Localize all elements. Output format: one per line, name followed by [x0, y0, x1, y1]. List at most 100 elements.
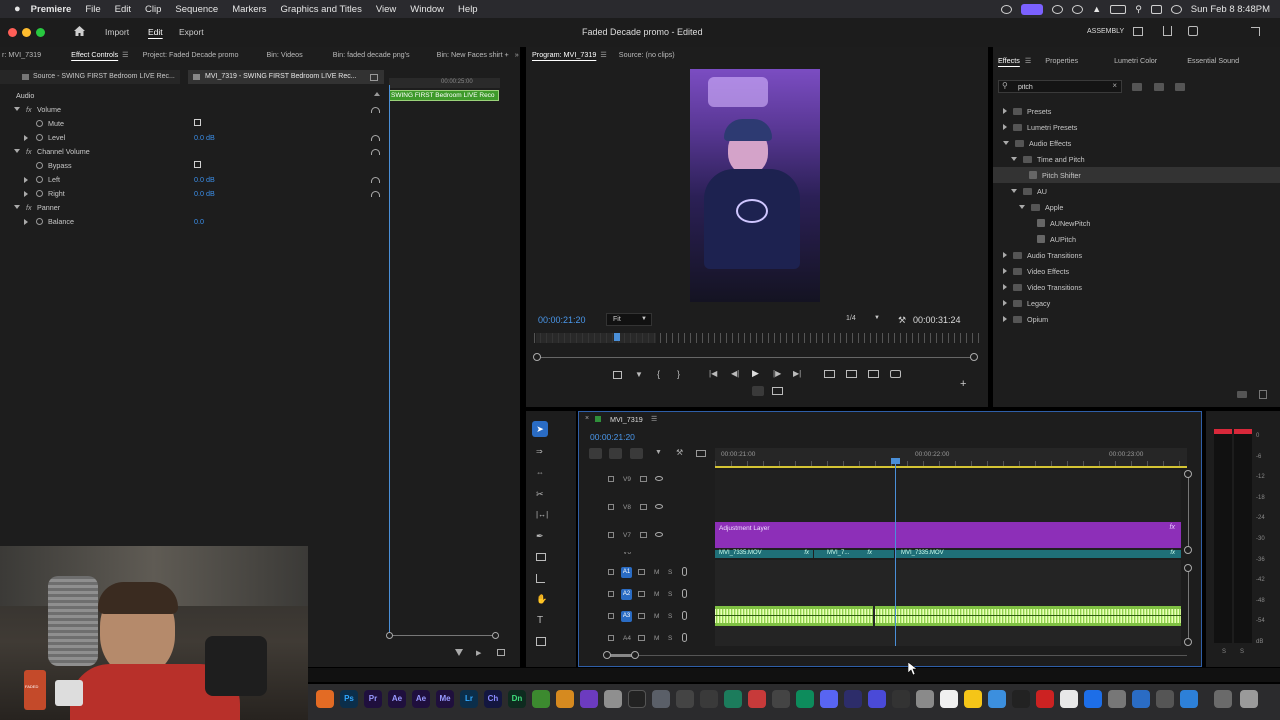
solo-track-toggle[interactable]: S: [668, 635, 672, 642]
status-icon[interactable]: [1001, 4, 1013, 14]
lock-icon[interactable]: [608, 569, 614, 575]
dock-app-6[interactable]: [652, 690, 670, 708]
right-value[interactable]: 0.0 dB: [194, 189, 215, 198]
dock-app-26[interactable]: [1132, 690, 1150, 708]
eye-icon[interactable]: [655, 476, 663, 481]
resolution-dropdown[interactable]: 1/4 ▼: [842, 313, 884, 326]
program-scrubber[interactable]: [538, 357, 974, 358]
dock-app-8[interactable]: [700, 690, 718, 708]
tree-item-legacy[interactable]: Legacy: [993, 295, 1280, 311]
menu-view[interactable]: View: [376, 4, 396, 15]
dock-app-3[interactable]: [580, 690, 598, 708]
fx-icon[interactable]: fx: [26, 105, 32, 114]
tree-item-pitch-shifter[interactable]: Pitch Shifter: [993, 167, 1280, 183]
bypass-checkbox[interactable]: [194, 161, 201, 168]
dock-app-1[interactable]: [532, 690, 550, 708]
timeline-timecode[interactable]: 00:00:21:20: [590, 432, 635, 442]
track-header-a1[interactable]: A1 M S: [605, 566, 739, 580]
close-window-button[interactable]: [8, 28, 17, 37]
dock-app-12[interactable]: [796, 690, 814, 708]
ec-clip-bar[interactable]: SWING FIRST Bedroom LIVE Reco: [389, 90, 499, 101]
hand-tool-icon[interactable]: ✋: [536, 594, 547, 605]
nav-export[interactable]: Export: [179, 27, 204, 37]
reset-level-icon[interactable]: [371, 135, 380, 141]
chevron-right-icon[interactable]: [1003, 300, 1007, 306]
sync-lock-icon[interactable]: [640, 504, 647, 510]
effects-search-box[interactable]: ⚲ ×: [998, 80, 1122, 93]
chevron-right-icon[interactable]: [1003, 108, 1007, 114]
chevron-down-icon[interactable]: [1011, 189, 1017, 193]
dock-app-11[interactable]: [772, 690, 790, 708]
sync-lock-icon[interactable]: [638, 591, 645, 597]
tree-item-audio-transitions[interactable]: Audio Transitions: [993, 247, 1280, 263]
dock-app-pr[interactable]: Pr: [364, 690, 382, 708]
insert-nested-icon[interactable]: [589, 448, 602, 459]
snap-icon[interactable]: [609, 448, 622, 459]
dock-app-25[interactable]: [1108, 690, 1126, 708]
effects-tab-menu-icon[interactable]: ☰: [1025, 56, 1031, 65]
work-area-bar[interactable]: [715, 466, 1187, 468]
track-target-a1[interactable]: A1: [621, 567, 632, 578]
nav-import[interactable]: Import: [105, 27, 129, 37]
sequence-tab[interactable]: MVI_7319: [610, 415, 643, 424]
tree-item-lumetri-presets[interactable]: Lumetri Presets: [993, 119, 1280, 135]
dock-app-2[interactable]: [556, 690, 574, 708]
dock-app-10[interactable]: [748, 690, 766, 708]
vscroll-handle[interactable]: [1184, 470, 1192, 478]
mark-in-icon[interactable]: {: [657, 369, 660, 379]
ec-row-mute[interactable]: Mute: [0, 117, 388, 131]
audio-clip-a3-left[interactable]: [715, 606, 873, 626]
ec-zoom-handle-left[interactable]: [386, 632, 393, 639]
dock-app-27[interactable]: [1156, 690, 1174, 708]
video-vertical-scroll[interactable]: [1188, 474, 1189, 550]
effects-search-input[interactable]: [1018, 82, 1108, 92]
app-menu[interactable]: Premiere: [31, 4, 72, 15]
dock-app-17[interactable]: [916, 690, 934, 708]
dock-app-24[interactable]: [1084, 690, 1102, 708]
balance-value[interactable]: 0.0: [194, 217, 204, 226]
dock-app-ps[interactable]: Ps: [340, 690, 358, 708]
audio-vertical-scroll[interactable]: [1188, 568, 1189, 642]
dock-downloads-icon[interactable]: [1214, 690, 1232, 708]
tab-menu-icon[interactable]: ☰: [122, 50, 128, 59]
export-icon[interactable]: [497, 649, 505, 656]
wrench-icon[interactable]: ⚒: [898, 315, 906, 326]
vscroll-handle[interactable]: [1184, 638, 1192, 646]
track-target-a3[interactable]: A3: [621, 611, 632, 622]
dock-app-finder[interactable]: [316, 690, 334, 708]
lock-icon[interactable]: [608, 591, 614, 597]
go-to-in-icon[interactable]: |◀: [709, 369, 717, 378]
nav-edit[interactable]: Edit: [148, 27, 163, 37]
dock-app-lr[interactable]: Lr: [460, 690, 478, 708]
tree-item-au[interactable]: AU: [993, 183, 1280, 199]
dock-app-ch[interactable]: Ch: [484, 690, 502, 708]
sync-lock-icon[interactable]: [638, 613, 645, 619]
tab-program[interactable]: Program: MVI_7319: [532, 50, 596, 59]
expand-level-icon[interactable]: [24, 135, 28, 141]
menu-markers[interactable]: Markers: [232, 4, 266, 15]
menu-clip[interactable]: Clip: [145, 4, 161, 15]
adjustment-layer-clip[interactable]: Adjustment Layer fx: [715, 522, 1181, 548]
type-tool-icon[interactable]: T: [537, 615, 543, 626]
ec-zoom-handle-right[interactable]: [492, 632, 499, 639]
compare-icon[interactable]: [868, 370, 879, 378]
dock-app-23[interactable]: [1060, 690, 1078, 708]
fx-badge-icon[interactable]: fx: [1170, 524, 1175, 531]
stopwatch-icon[interactable]: [36, 162, 43, 169]
control-center-icon[interactable]: [1150, 4, 1162, 14]
left-value[interactable]: 0.0 dB: [194, 175, 215, 184]
lock-icon[interactable]: [608, 635, 614, 641]
sequence-tab-menu-icon[interactable]: ☰: [651, 415, 657, 423]
menu-help[interactable]: Help: [458, 4, 478, 15]
collapse-audio-icon[interactable]: [374, 92, 380, 96]
level-value[interactable]: 0.0 dB: [194, 133, 215, 142]
timeline-playhead[interactable]: [895, 462, 896, 646]
lift-icon[interactable]: [824, 370, 835, 378]
dock-app-16[interactable]: [892, 690, 910, 708]
extract-icon[interactable]: [846, 370, 857, 378]
ec-row-channel-volume[interactable]: fx Channel Volume: [0, 145, 388, 159]
program-tab-menu-icon[interactable]: ☰: [600, 50, 606, 59]
play-button[interactable]: ▶: [752, 368, 759, 379]
step-back-icon[interactable]: ◀|: [731, 369, 739, 378]
stopwatch-icon[interactable]: [36, 176, 43, 183]
